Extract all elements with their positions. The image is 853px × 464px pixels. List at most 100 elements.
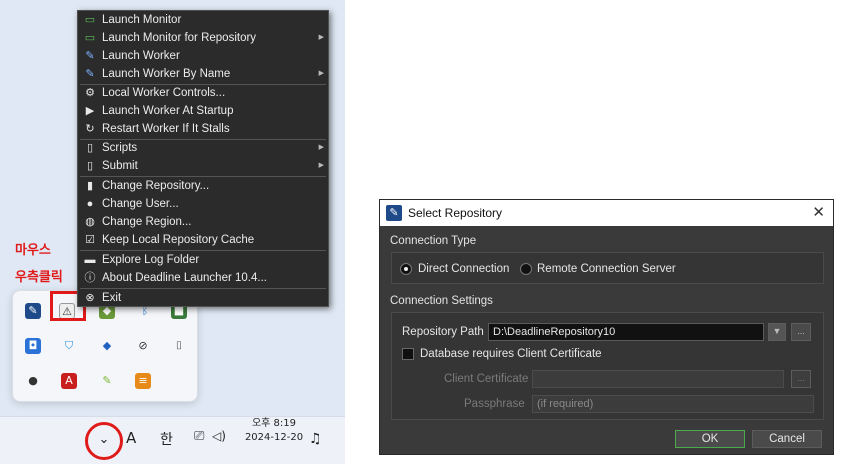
submenu-arrow-icon: ▶ — [318, 34, 324, 41]
dialog-titlebar: ✎ Select Repository ✕ — [380, 200, 833, 226]
repository-icon: ▮ — [86, 180, 94, 192]
checkbox-icon: ☑ — [85, 234, 95, 246]
submenu-arrow-icon: ▶ — [318, 70, 324, 77]
submenu-arrow-icon: ▶ — [318, 162, 324, 169]
screenshot-stage: 마우스 우측클릭 ✎ ⚠ ◆ ᛒ ■ ◘ ⛉ ◆ ⊘ ⌷ ● A ✎ ≡ ⌄ A… — [0, 0, 853, 464]
repository-path-label: Repository Path — [402, 326, 484, 338]
menu-item-label: Launch Monitor — [102, 14, 182, 26]
menu-item-scripts[interactable]: ▯ Scripts ▶ — [78, 139, 328, 157]
radio-remote-connection[interactable] — [520, 263, 532, 275]
submenu-arrow-icon: ▶ — [318, 144, 324, 151]
menu-item-about-deadline-launcher[interactable]: ⓘ About Deadline Launcher 10.4... — [78, 269, 328, 287]
ime-alpha-indicator[interactable]: A — [126, 429, 136, 447]
user-icon: ● — [86, 198, 94, 210]
monitor-icon: ▭ — [84, 14, 96, 26]
taskbar-clock[interactable]: 오후 8:19 2024-12-20 — [243, 417, 305, 445]
play-icon: ▶ — [85, 105, 95, 117]
annotation-line-2: 우측클릭 — [15, 270, 63, 285]
monitor-icon: ▭ — [84, 32, 96, 44]
client-certificate-checkbox[interactable] — [402, 348, 414, 360]
menu-item-label: Launch Monitor for Repository — [102, 32, 257, 44]
repository-path-value: D:\DeadlineRepository10 — [493, 326, 616, 338]
globe-icon: ◍ — [85, 216, 95, 228]
passphrase-input[interactable]: (if required) — [532, 395, 814, 413]
menu-item-restart-worker-if-stalls[interactable]: ↻ Restart Worker If It Stalls — [78, 120, 328, 138]
chevron-down-icon[interactable]: ▼ — [768, 323, 786, 341]
connection-settings-group: Repository Path D:\DeadlineRepository10 … — [391, 312, 824, 420]
annotation-line-1: 마우스 — [15, 243, 51, 258]
document-icon: ▯ — [86, 142, 94, 154]
ime-hangul-indicator[interactable]: 한 — [160, 429, 173, 449]
menu-item-change-repository[interactable]: ▮ Change Repository... — [78, 177, 328, 195]
pen-icon[interactable]: ✎ — [99, 373, 115, 389]
radio-direct-label: Direct Connection — [418, 263, 510, 275]
display-icon[interactable]: ⎚ — [194, 429, 204, 444]
client-certificate-label: Client Certificate — [444, 373, 529, 385]
menu-item-launch-worker[interactable]: ✎ Launch Worker — [78, 47, 328, 65]
browse-repository-button[interactable]: ... — [791, 323, 811, 341]
clock-date: 2024-12-20 — [244, 432, 304, 443]
menu-item-local-worker-controls[interactable]: ⚙ Local Worker Controls... — [78, 84, 328, 102]
passphrase-label: Passphrase — [464, 398, 525, 410]
launcher-context-menu: ▭ Launch Monitor ▭ Launch Monitor for Re… — [77, 10, 329, 307]
connection-type-heading: Connection Type — [390, 235, 477, 247]
client-certificate-checkbox-label: Database requires Client Certificate — [420, 348, 602, 360]
menu-item-label: Keep Local Repository Cache — [102, 234, 255, 246]
shield-app-icon[interactable]: ◘ — [25, 338, 41, 354]
usb-icon[interactable]: ⌷ — [171, 338, 187, 354]
menu-item-keep-local-repository-cache[interactable]: ☑ Keep Local Repository Cache — [78, 231, 328, 249]
exit-icon: ⊗ — [85, 292, 95, 304]
radio-remote-label: Remote Connection Server — [537, 263, 676, 275]
worker-icon: ✎ — [85, 68, 95, 80]
controls-icon: ⚙ — [85, 87, 95, 99]
chevron-highlight-circle — [85, 422, 123, 460]
passphrase-placeholder: (if required) — [537, 398, 594, 410]
menu-item-label: Scripts — [102, 142, 138, 154]
deadline-app-icon: ✎ — [386, 205, 402, 221]
radio-direct-connection[interactable] — [400, 263, 412, 275]
cancel-button[interactable]: Cancel — [752, 430, 822, 448]
volume-icon[interactable]: ◁) — [212, 429, 226, 443]
annotation-right-click: 마우스 우측클릭 — [15, 237, 63, 291]
menu-item-launch-monitor-for-repository[interactable]: ▭ Launch Monitor for Repository ▶ — [78, 29, 328, 47]
menu-item-change-user[interactable]: ● Change User... — [78, 195, 328, 213]
security-icon[interactable]: ◆ — [99, 338, 115, 354]
menu-item-launch-monitor[interactable]: ▭ Launch Monitor — [78, 11, 328, 29]
camera-off-icon[interactable]: ⊘ — [135, 338, 151, 354]
menu-item-label: Change User... — [102, 198, 179, 210]
clock-time: 오후 8:19 — [251, 418, 297, 429]
menu-item-label: Explore Log Folder — [102, 254, 200, 266]
menu-item-launch-worker-by-name[interactable]: ✎ Launch Worker By Name ▶ — [78, 65, 328, 83]
menu-item-label: Launch Worker — [102, 50, 180, 62]
menu-item-label: Exit — [102, 292, 122, 304]
menu-item-change-region[interactable]: ◍ Change Region... — [78, 213, 328, 231]
deadline-tray-icon[interactable]: ✎ — [25, 303, 41, 319]
adobe-icon[interactable]: A — [61, 373, 77, 389]
ok-button[interactable]: OK — [675, 430, 745, 448]
menu-item-label: Change Region... — [102, 216, 192, 228]
repository-path-input[interactable]: D:\DeadlineRepository10 — [488, 323, 764, 341]
browse-certificate-button[interactable]: ... — [791, 370, 811, 388]
connection-type-group: Direct Connection Remote Connection Serv… — [391, 252, 824, 284]
bell-icon[interactable]: ♫ — [309, 431, 322, 447]
dialog-title: Select Repository — [408, 206, 503, 220]
menu-item-label: Submit — [102, 160, 138, 172]
worker-icon: ✎ — [85, 50, 95, 62]
folder-icon: ▬ — [84, 254, 96, 266]
chat-icon[interactable]: ● — [25, 373, 41, 389]
connection-settings-heading: Connection Settings — [390, 295, 493, 307]
menu-item-label: Restart Worker If It Stalls — [102, 123, 230, 135]
menu-item-explore-log-folder[interactable]: ▬ Explore Log Folder — [78, 251, 328, 269]
menu-item-exit[interactable]: ⊗ Exit — [78, 289, 328, 307]
close-icon[interactable]: ✕ — [812, 200, 825, 226]
menu-item-label: Launch Worker By Name — [102, 68, 231, 80]
restart-icon: ↻ — [85, 123, 95, 135]
defender-icon[interactable]: ⛉ — [61, 338, 77, 354]
select-repository-dialog: ✎ Select Repository ✕ Connection Type Di… — [379, 199, 834, 455]
menu-item-submit[interactable]: ▯ Submit ▶ — [78, 157, 328, 175]
client-certificate-input[interactable] — [532, 370, 784, 388]
menu-item-launch-worker-at-startup[interactable]: ▶ Launch Worker At Startup — [78, 102, 328, 120]
menu-item-label: Launch Worker At Startup — [102, 105, 234, 117]
menu-item-label: Local Worker Controls... — [102, 87, 226, 99]
note-icon[interactable]: ≡ — [135, 373, 151, 389]
